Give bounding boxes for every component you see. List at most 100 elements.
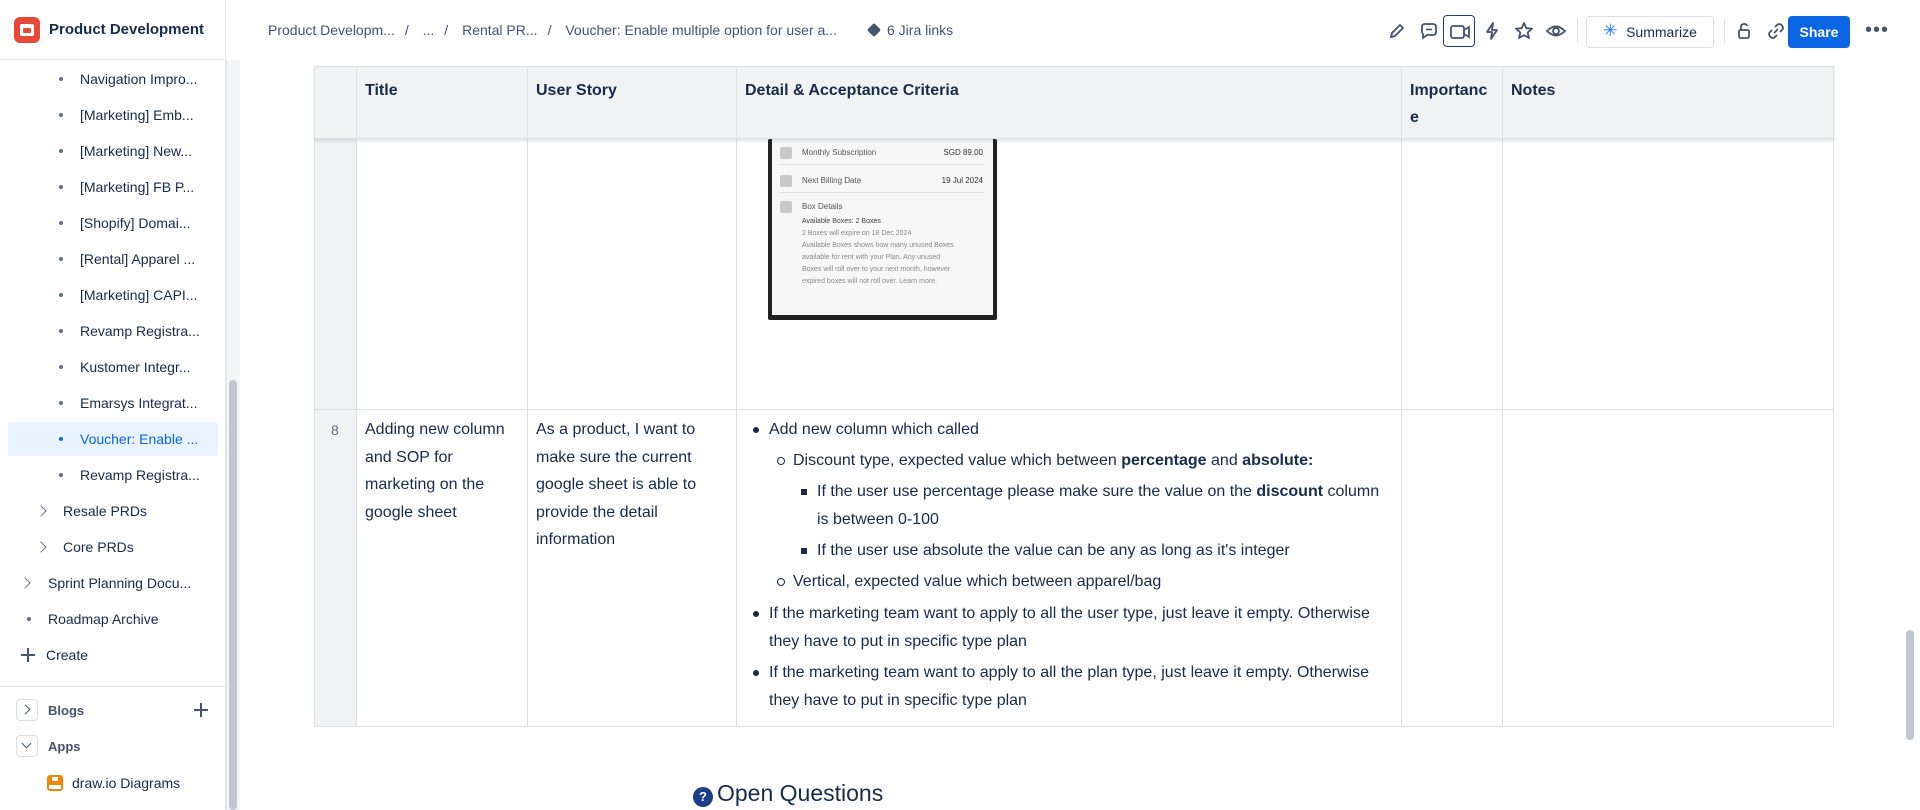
row-number-column xyxy=(315,66,356,726)
space-logo-icon xyxy=(14,16,40,43)
jira-links-label: 6 Jira links xyxy=(887,22,954,38)
sidebar-item-label: [Marketing] Emb... xyxy=(80,107,194,123)
jira-links[interactable]: 6 Jira links xyxy=(867,22,953,38)
screenshot-line: 2 Boxes will expire on 18 Dec 2024 xyxy=(802,230,912,237)
sidebar-item-marketing-capi[interactable]: [Marketing] CAPI... xyxy=(8,278,218,312)
list-item: If the marketing team want to apply to a… xyxy=(753,600,1389,655)
sidebar-item-navigation[interactable]: Navigation Impro... xyxy=(8,62,218,96)
header-title[interactable]: Title xyxy=(357,67,528,140)
edit-pencil-icon[interactable] xyxy=(1384,18,1410,44)
header-notes[interactable]: Notes xyxy=(1503,67,1833,140)
sidebar-item-shopify-domain[interactable]: [Shopify] Domai... xyxy=(8,206,218,240)
screenshot-label: Next Billing Date xyxy=(802,176,862,185)
list-item: Discount type, expected value which betw… xyxy=(777,447,1389,475)
toolbar-divider xyxy=(1577,19,1578,43)
sidebar-group-label: Resale PRDs xyxy=(63,503,148,519)
sidebar-item-rental-apparel[interactable]: [Rental] Apparel ... xyxy=(8,242,218,276)
header-user-story[interactable]: User Story xyxy=(528,67,737,140)
breadcrumb-item[interactable]: Product Developm... xyxy=(268,22,395,38)
apps-section[interactable]: Apps xyxy=(8,730,218,762)
bullet-icon xyxy=(59,185,63,189)
table-border xyxy=(1833,66,1834,727)
breadcrumb: Product Developm... / ... / Rental PR... / … xyxy=(268,22,837,38)
restrictions-lock-icon[interactable] xyxy=(1731,18,1757,44)
add-blog-icon[interactable] xyxy=(194,703,208,717)
sidebar-item-emarsys[interactable]: Emarsys Integrat... xyxy=(8,386,218,420)
chevron-right-icon[interactable] xyxy=(35,505,47,517)
sidebar-item-marketing-fb[interactable]: [Marketing] FB P... xyxy=(8,170,218,204)
breadcrumb-item[interactable]: Rental PR... xyxy=(462,22,537,38)
list-text: and xyxy=(1206,452,1243,469)
sidebar-group-resale-prds[interactable]: Resale PRDs xyxy=(8,494,218,528)
chevron-right-icon[interactable] xyxy=(19,577,31,589)
create-button[interactable]: Create xyxy=(8,638,218,672)
jira-icon xyxy=(867,23,881,37)
sidebar-item-revamp-registration[interactable]: Revamp Registra... xyxy=(8,314,218,348)
sidebar-item-label: [Marketing] CAPI... xyxy=(80,287,198,303)
sidebar-item-revamp-registration-2[interactable]: Revamp Registra... xyxy=(8,458,218,492)
chevron-down-icon[interactable] xyxy=(16,735,38,757)
star-icon[interactable] xyxy=(1511,18,1537,44)
breadcrumb-item[interactable]: Voucher: Enable multiple option for user… xyxy=(565,22,837,38)
sidebar-item-marketing-new[interactable]: [Marketing] New... xyxy=(8,134,218,168)
box-icon xyxy=(780,201,792,213)
table-border xyxy=(1401,66,1402,727)
breadcrumb-item[interactable]: ... xyxy=(423,22,435,38)
sidebar-item-marketing-emb[interactable]: [Marketing] Emb... xyxy=(8,98,218,132)
header-row-number xyxy=(315,67,357,140)
comment-icon[interactable] xyxy=(1416,18,1442,44)
sidebar-item-label: Voucher: Enable ... xyxy=(80,431,199,447)
bullet-icon xyxy=(59,149,63,153)
embedded-screenshot[interactable]: Monthly Subscription SGD 89.00 Next Bill… xyxy=(768,139,997,320)
screenshot-line: expired boxes will not roll over. Learn … xyxy=(802,278,938,285)
dollar-icon xyxy=(780,147,792,159)
top-bar: Product Developm... / ... / Rental PR... / … xyxy=(241,0,1920,62)
blogs-section[interactable]: Blogs xyxy=(8,694,218,726)
copy-link-icon[interactable] xyxy=(1763,18,1789,44)
more-actions-icon[interactable]: ••• xyxy=(1865,20,1889,40)
sidebar-item-kustomer[interactable]: Kustomer Integr... xyxy=(8,350,218,384)
screenshot-label: Box Details xyxy=(802,202,843,211)
sidebar-scrollbar-thumb[interactable] xyxy=(229,380,237,810)
row-title[interactable]: Adding new column and SOP for marketing … xyxy=(365,416,520,526)
table-border xyxy=(314,726,1834,727)
share-button[interactable]: Share xyxy=(1788,16,1850,48)
sidebar-item-roadmap-archive[interactable]: Roadmap Archive xyxy=(8,602,218,636)
sidebar-item-label: [Marketing] FB P... xyxy=(80,179,195,195)
bold-text: percentage xyxy=(1121,452,1207,469)
plus-icon xyxy=(21,648,35,662)
header-acceptance-criteria[interactable]: Detail & Acceptance Criteria xyxy=(737,67,1402,140)
list-item: If the user use absolute the value can b… xyxy=(801,537,1389,565)
sidebar-group-core-prds[interactable]: Core PRDs xyxy=(8,530,218,564)
video-record-icon[interactable] xyxy=(1443,15,1475,47)
divider xyxy=(0,686,226,687)
chevron-right-icon[interactable] xyxy=(35,541,47,553)
bullet-icon xyxy=(59,329,63,333)
space-name: Product Development xyxy=(49,21,205,38)
header-importance[interactable]: Importanc e xyxy=(1402,67,1503,140)
summarize-button[interactable]: Summarize xyxy=(1586,16,1714,48)
automation-bolt-icon[interactable] xyxy=(1479,18,1505,44)
summarize-label: Summarize xyxy=(1626,24,1697,40)
row-user-story[interactable]: As a product, I want to make sure the cu… xyxy=(536,416,728,554)
share-label: Share xyxy=(1799,24,1839,40)
sidebar-item-voucher[interactable]: Voucher: Enable ... xyxy=(8,422,218,456)
drawio-icon xyxy=(47,775,63,791)
chevron-right-icon[interactable] xyxy=(16,699,38,721)
bullet-icon xyxy=(59,77,63,81)
table-border xyxy=(314,409,1834,410)
space-header[interactable]: Product Development xyxy=(0,0,226,60)
screenshot-row: Monthly Subscription SGD 89.00 xyxy=(780,141,985,165)
screenshot-line: available for rent with your Plan. Any u… xyxy=(802,254,941,261)
sidebar-item-label: Emarsys Integrat... xyxy=(80,395,198,411)
page-scrollbar-thumb[interactable] xyxy=(1906,630,1914,740)
table-border xyxy=(314,66,315,727)
create-label: Create xyxy=(46,647,89,663)
screenshot-line: Boxes will roll over to your next month,… xyxy=(802,266,951,273)
app-item-drawio[interactable]: draw.io Diagrams xyxy=(8,766,218,800)
sidebar-group-sprint-planning[interactable]: Sprint Planning Docu... xyxy=(8,566,218,600)
bullet-icon xyxy=(59,473,63,477)
screenshot-details: Available Boxes: 2 Boxes 2 Boxes will ex… xyxy=(802,216,982,288)
watch-eye-icon[interactable] xyxy=(1543,18,1569,44)
table-border xyxy=(1502,66,1503,727)
